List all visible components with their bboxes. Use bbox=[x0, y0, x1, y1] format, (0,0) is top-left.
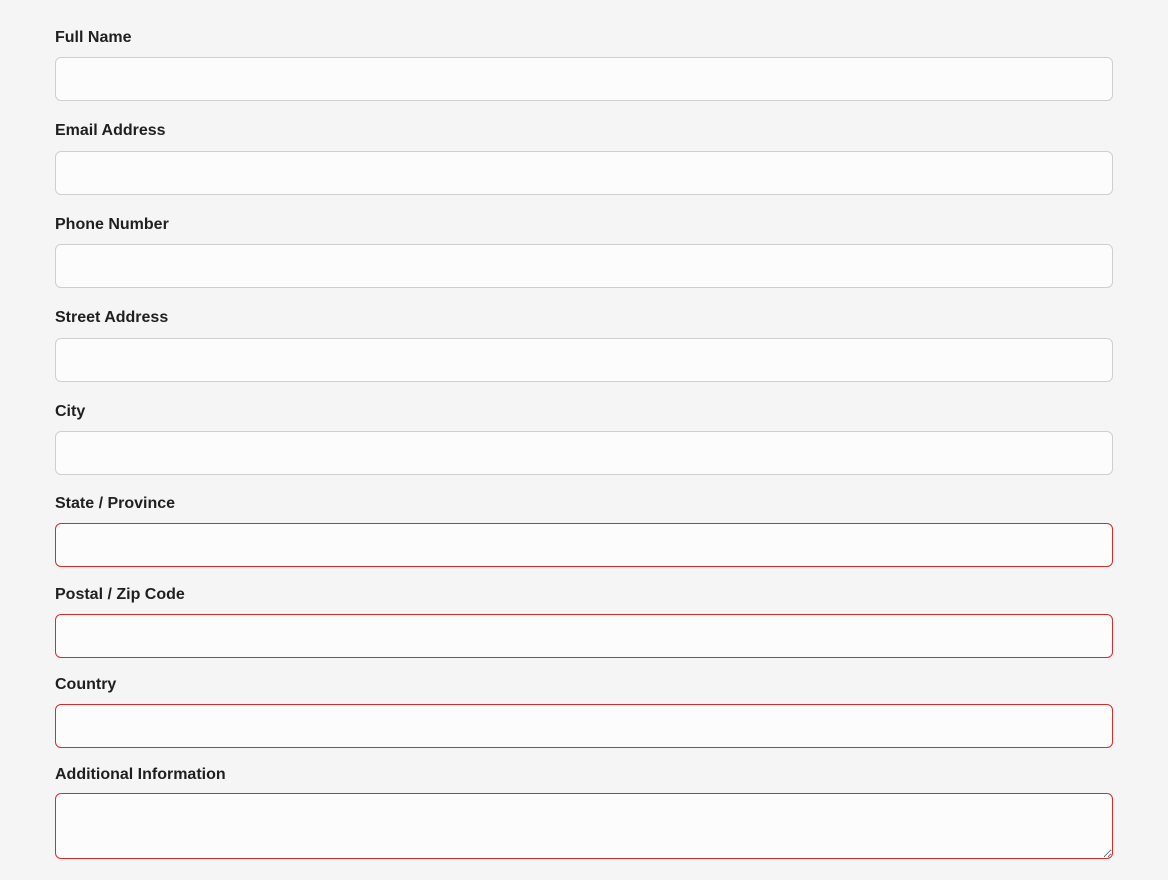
additional-information-label: Additional Information bbox=[55, 766, 226, 783]
state-province-label: State / Province bbox=[55, 495, 176, 512]
phone-number-label: Phone Number bbox=[55, 216, 169, 233]
full-name-label: Full Name bbox=[55, 29, 132, 46]
street-address-input[interactable] bbox=[55, 338, 1113, 382]
email-address-input[interactable] bbox=[55, 151, 1113, 195]
address-form: Full Name Email Address Phone Number Str… bbox=[0, 0, 1168, 880]
street-address-label: Street Address bbox=[55, 309, 169, 326]
city-label: City bbox=[55, 403, 86, 420]
phone-number-input[interactable] bbox=[55, 244, 1113, 288]
postal-zip-code-input[interactable] bbox=[55, 614, 1113, 658]
country-input[interactable] bbox=[55, 704, 1113, 748]
country-label: Country bbox=[55, 676, 117, 693]
state-province-input[interactable] bbox=[55, 523, 1113, 567]
additional-information-textarea[interactable] bbox=[55, 793, 1113, 859]
full-name-input[interactable] bbox=[55, 57, 1113, 101]
postal-zip-code-label: Postal / Zip Code bbox=[55, 586, 185, 603]
city-input[interactable] bbox=[55, 431, 1113, 475]
email-address-label: Email Address bbox=[55, 122, 166, 139]
